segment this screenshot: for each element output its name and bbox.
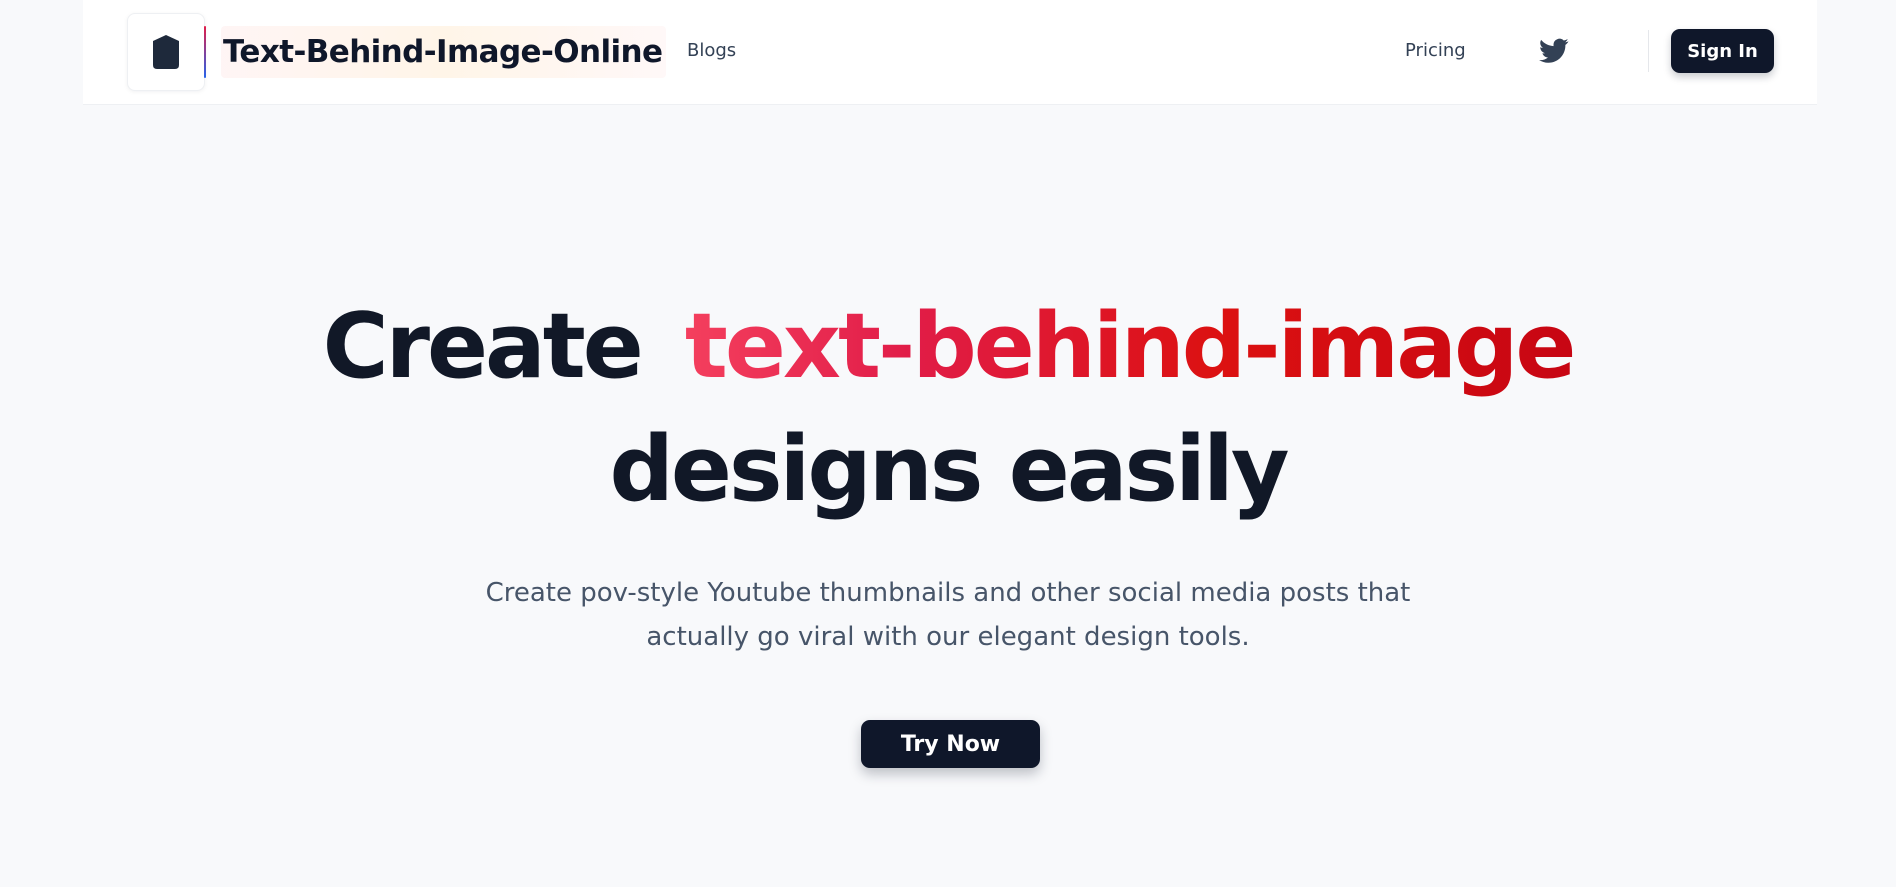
top-navbar: Text-Behind-Image-Online Blogs Pricing S… (83, 0, 1817, 105)
nav-divider (1648, 30, 1649, 72)
headline-create: Create (322, 294, 644, 399)
sign-in-button[interactable]: Sign In (1671, 29, 1774, 73)
nav-link-blogs[interactable]: Blogs (687, 40, 736, 61)
hero-headline-line1: Create text-behind-image (0, 288, 1896, 406)
twitter-icon (1539, 38, 1569, 63)
logo (127, 13, 206, 91)
brand-name: Text-Behind-Image-Online (221, 26, 667, 78)
nav-link-pricing[interactable]: Pricing (1405, 40, 1466, 61)
hero-subtitle-line2: actually go viral with our elegant desig… (646, 622, 1250, 652)
twitter-link[interactable] (1539, 38, 1569, 64)
hero-headline-line2: designs easily (609, 417, 1290, 522)
hero-subtitle: Create pov-style Youtube thumbnails and … (0, 571, 1896, 659)
shield-icon (153, 35, 179, 69)
try-now-button[interactable]: Try Now (861, 720, 1040, 768)
headline-highlight: text-behind-image (684, 294, 1577, 399)
brand-home-link[interactable]: Text-Behind-Image-Online (127, 13, 667, 91)
hero-subtitle-line1: Create pov-style Youtube thumbnails and … (485, 578, 1411, 608)
